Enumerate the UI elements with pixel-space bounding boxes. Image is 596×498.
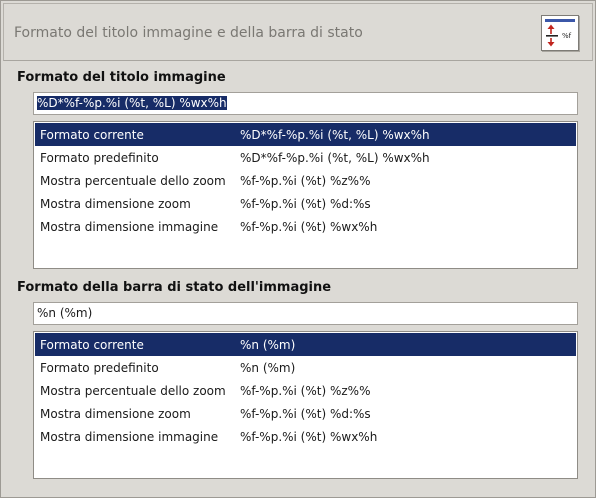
format-name: Formato predefinito <box>40 361 159 375</box>
list-row[interactable]: Mostra dimensione zoom %f-%p.%i (%t) %d:%… <box>35 192 576 215</box>
format-name: Mostra dimensione zoom <box>40 407 191 421</box>
list-row[interactable]: Formato corrente %D*%f-%p.%i (%t, %L) %wx… <box>35 123 576 146</box>
list-row[interactable]: Mostra dimensione zoom %f-%p.%i (%t) %d:%… <box>35 402 576 425</box>
list-row[interactable]: Formato predefinito %n (%m) <box>35 356 576 379</box>
title-format-list[interactable]: Formato corrente %D*%f-%p.%i (%t, %L) %wx… <box>33 121 578 269</box>
preferences-page: Formato del titolo immagine e della barr… <box>0 0 596 498</box>
format-string: %f-%p.%i (%t) %wx%h <box>240 430 378 444</box>
title-format-icon: %f <box>541 15 579 51</box>
format-name: Mostra percentuale dello zoom <box>40 384 226 398</box>
statusbar-format-entry-text: %n (%m) <box>37 306 93 320</box>
format-string: %n (%m) <box>240 338 296 352</box>
format-name: Formato corrente <box>40 338 144 352</box>
format-string: %f-%p.%i (%t) %z%% <box>240 384 371 398</box>
page-title: Formato del titolo immagine e della barr… <box>14 25 363 41</box>
list-row[interactable]: Formato corrente %n (%m) <box>35 333 576 356</box>
format-string: %D*%f-%p.%i (%t, %L) %wx%h <box>240 128 430 142</box>
page-header: Formato del titolo immagine e della barr… <box>3 3 593 61</box>
format-name: Formato predefinito <box>40 151 159 165</box>
format-string: %n (%m) <box>240 361 296 375</box>
format-string: %f-%p.%i (%t) %d:%s <box>240 407 371 421</box>
statusbar-format-entry[interactable]: %n (%m) <box>33 302 578 325</box>
statusbar-format-heading: Formato della barra di stato dell'immagi… <box>17 280 332 295</box>
statusbar-format-list[interactable]: Formato corrente %n (%m) Formato predefini… <box>33 331 578 479</box>
format-name: Formato corrente <box>40 128 144 142</box>
title-format-entry[interactable]: %D*%f-%p.%i (%t, %L) %wx%h <box>33 92 578 115</box>
format-name: Mostra dimensione immagine <box>40 220 219 234</box>
list-row[interactable]: Mostra percentuale dello zoom %f-%p.%i (%… <box>35 169 576 192</box>
list-row[interactable]: Mostra dimensione immagine %f-%p.%i (%t) … <box>35 215 576 238</box>
format-string: %f-%p.%i (%t) %z%% <box>240 174 371 188</box>
svg-text:%f: %f <box>562 32 572 40</box>
title-format-entry-text: %D*%f-%p.%i (%t, %L) %wx%h <box>37 96 227 110</box>
format-name: Mostra dimensione immagine <box>40 430 219 444</box>
format-string: %D*%f-%p.%i (%t, %L) %wx%h <box>240 151 430 165</box>
format-string: %f-%p.%i (%t) %d:%s <box>240 197 371 211</box>
list-row[interactable]: Mostra percentuale dello zoom %f-%p.%i (%… <box>35 379 576 402</box>
format-string: %f-%p.%i (%t) %wx%h <box>240 220 378 234</box>
list-row[interactable]: Mostra dimensione immagine %f-%p.%i (%t) … <box>35 425 576 448</box>
format-name: Mostra percentuale dello zoom <box>40 174 226 188</box>
list-row[interactable]: Formato predefinito %D*%f-%p.%i (%t, %L) … <box>35 146 576 169</box>
format-name: Mostra dimensione zoom <box>40 197 191 211</box>
title-format-heading: Formato del titolo immagine <box>17 70 226 85</box>
